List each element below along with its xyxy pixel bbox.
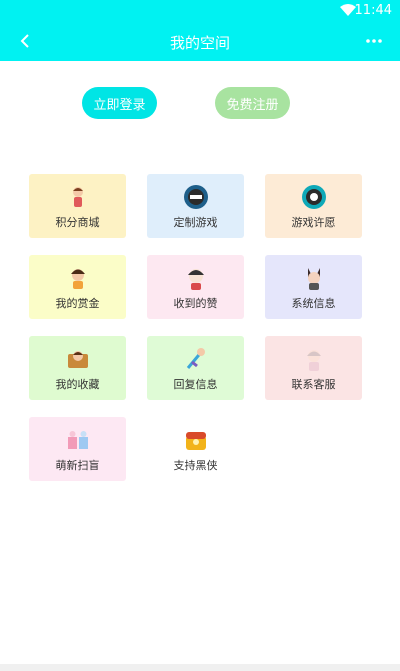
tile-custom-game[interactable]: 定制游戏 — [147, 174, 244, 238]
tile-my-bounty[interactable]: 我的赏金 — [29, 255, 126, 319]
status-time: 11:44 — [354, 3, 392, 18]
support-chest-icon — [185, 432, 206, 450]
customer-service-icon — [306, 350, 321, 371]
tile-points-mall[interactable]: 积分商城 — [29, 174, 126, 238]
tile-label: 定制游戏 — [173, 216, 218, 229]
newbie-guide-icon — [67, 431, 88, 449]
tile-game-wish[interactable]: 游戏许愿 — [265, 174, 362, 238]
tile-label: 游戏许愿 — [291, 216, 336, 229]
tile-label: 支持黑侠 — [173, 459, 218, 472]
tile-system-info[interactable]: 系统信息 — [265, 255, 362, 319]
login-button[interactable]: 立即登录 — [82, 87, 157, 119]
tile-contact-support[interactable]: 联系客服 — [265, 336, 362, 400]
girl-shopping-icon — [72, 187, 83, 207]
tile-label: 我的赏金 — [55, 297, 100, 310]
page-title: 我的空间 — [169, 34, 230, 52]
tile-label: 萌新扫盲 — [55, 459, 100, 472]
tile-newbie-guide[interactable]: 萌新扫盲 — [29, 417, 126, 481]
bottom-edge — [0, 664, 400, 671]
game-logo-icon — [183, 185, 208, 209]
reply-message-icon — [186, 348, 205, 369]
likes-character-icon — [187, 269, 204, 290]
tile-reply-messages[interactable]: 回复信息 — [147, 336, 244, 400]
tile-received-likes[interactable]: 收到的赞 — [147, 255, 244, 319]
favorites-icon — [67, 351, 88, 368]
system-message-icon — [307, 268, 320, 290]
wish-badge-icon — [301, 185, 326, 209]
register-button[interactable]: 免费注册 — [215, 87, 290, 119]
tile-label: 积分商城 — [55, 216, 100, 229]
tile-label: 回复信息 — [173, 378, 218, 391]
tile-label: 我的收藏 — [55, 378, 100, 391]
bounty-character-icon — [70, 269, 85, 289]
tile-label: 收到的赞 — [173, 297, 218, 310]
top-app-bar: 11:44 我的空间 — [0, 0, 400, 61]
tile-label: 系统信息 — [291, 297, 336, 310]
more-options-icon[interactable] — [362, 30, 386, 52]
tile-label: 联系客服 — [291, 378, 336, 391]
tile-support-hero[interactable]: 支持黑侠 — [147, 417, 244, 481]
tile-my-favorites[interactable]: 我的收藏 — [29, 336, 126, 400]
